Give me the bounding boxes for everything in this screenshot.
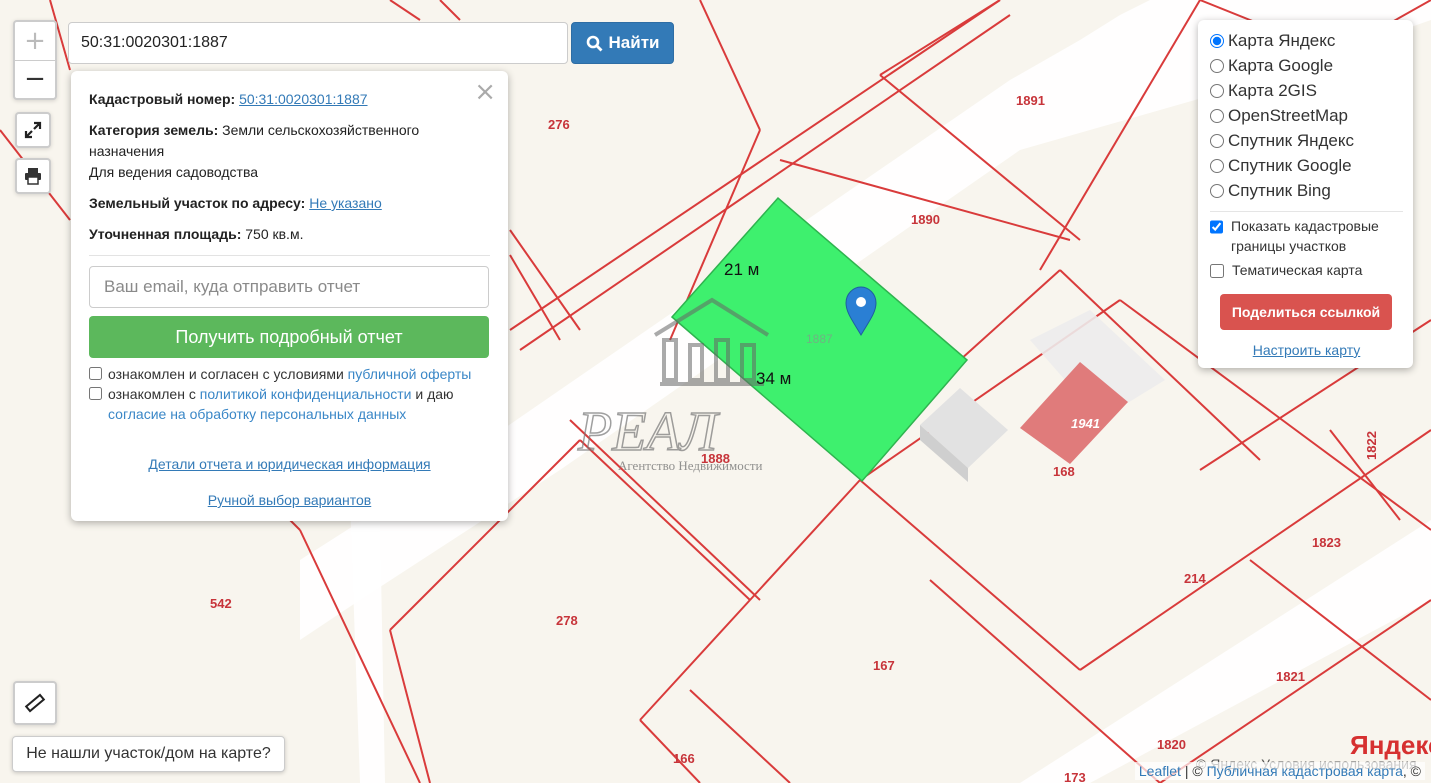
layer-radio[interactable] xyxy=(1210,133,1224,148)
layer-radio[interactable] xyxy=(1210,183,1224,198)
parcel-label: 1823 xyxy=(1312,535,1341,550)
print-button[interactable] xyxy=(15,158,51,194)
layer-option[interactable]: Карта Google xyxy=(1210,53,1403,78)
layer-option[interactable]: Спутник Яндекс xyxy=(1210,128,1403,153)
offer-checkbox[interactable] xyxy=(89,367,102,380)
layer-option[interactable]: OpenStreetMap xyxy=(1210,103,1403,128)
parcel-label: 173 xyxy=(1064,770,1086,783)
map-attribution: Leaflet | © Публичная кадастровая карта,… xyxy=(1134,762,1425,780)
show-borders-label: Показать кадастровые границы участков xyxy=(1231,218,1379,254)
share-link-button[interactable]: Поделиться ссылкой xyxy=(1220,294,1392,330)
parcel-label: 1891 xyxy=(1016,93,1045,108)
parcel-label: 1821 xyxy=(1276,669,1305,684)
search-icon xyxy=(586,35,603,51)
layer-option-label: Спутник Яндекс xyxy=(1228,130,1354,150)
parcel-label: 1890 xyxy=(911,212,940,227)
parcel-label: 167 xyxy=(873,658,895,673)
cad-number-label: Кадастровый номер: xyxy=(89,91,236,107)
layer-switcher: Карта Яндекс Карта Google Карта 2GIS Ope… xyxy=(1198,20,1413,368)
parcel-label: 276 xyxy=(548,117,570,132)
land-category-label: Категория земель: xyxy=(89,122,219,138)
thematic-option[interactable]: Тематическая карта xyxy=(1210,260,1403,280)
dimension-side: 34 м xyxy=(756,369,791,388)
privacy-agree-text: ознакомлен с xyxy=(108,386,196,402)
attribution-separator: | © xyxy=(1180,763,1207,779)
show-borders-checkbox[interactable] xyxy=(1210,220,1223,234)
privacy-checkbox[interactable] xyxy=(89,387,102,400)
expand-icon xyxy=(24,121,42,139)
offer-agree-label: ознакомлен и согласен с условиями публич… xyxy=(108,364,471,384)
layer-option-label: Спутник Google xyxy=(1228,155,1352,175)
manual-select-link[interactable]: Ручной выбор вариантов xyxy=(71,492,508,508)
layer-option[interactable]: Спутник Bing xyxy=(1210,178,1403,203)
parcel-label: 1941 xyxy=(1071,416,1100,431)
search-button-label: Найти xyxy=(608,33,660,52)
thematic-checkbox[interactable] xyxy=(1210,264,1224,278)
parcel-info-popup: × Кадастровый номер: 50:31:0020301:1887 … xyxy=(71,71,508,521)
parcel-label: 168 xyxy=(1053,464,1075,479)
parcel-label-selected: 1887 xyxy=(806,332,833,346)
divider xyxy=(89,255,490,256)
privacy-policy-link[interactable]: политикой конфиденциальности xyxy=(200,386,412,402)
personal-data-consent-link[interactable]: согласие на обработку персональных данны… xyxy=(108,406,406,422)
cadastral-search-input[interactable] xyxy=(68,22,568,64)
address-label: Земельный участок по адресу: xyxy=(89,195,306,211)
parcel-label: 166 xyxy=(673,751,695,766)
layer-option-label: OpenStreetMap xyxy=(1228,105,1349,125)
configure-map-link[interactable]: Настроить карту xyxy=(1210,342,1403,358)
thematic-label: Тематическая карта xyxy=(1232,262,1363,278)
parcel-label: 542 xyxy=(210,596,232,611)
divider xyxy=(1210,211,1403,212)
pkk-link[interactable]: Публичная кадастровая карта xyxy=(1207,763,1403,779)
get-report-button[interactable]: Получить подробный отчет xyxy=(89,316,489,358)
show-borders-option[interactable]: Показать кадастровые границы участков xyxy=(1210,216,1403,256)
layer-option[interactable]: Карта 2GIS xyxy=(1210,78,1403,103)
email-field[interactable] xyxy=(89,266,489,308)
layer-option[interactable]: Карта Яндекс xyxy=(1210,28,1403,53)
layer-radio[interactable] xyxy=(1210,158,1224,173)
search-button[interactable]: Найти xyxy=(571,22,674,64)
layer-radio[interactable] xyxy=(1210,108,1224,123)
layer-radio[interactable] xyxy=(1210,58,1224,73)
ruler-icon xyxy=(24,693,46,713)
layer-option-label: Карта Яндекс xyxy=(1228,30,1336,50)
cad-number-link[interactable]: 50:31:0020301:1887 xyxy=(239,91,367,107)
leaflet-link[interactable]: Leaflet xyxy=(1139,763,1181,779)
attribution-tail: , © xyxy=(1402,763,1421,779)
zoom-out-button[interactable]: − xyxy=(15,59,55,99)
layer-option[interactable]: Спутник Google xyxy=(1210,153,1403,178)
fullscreen-button[interactable] xyxy=(15,112,51,148)
close-icon[interactable]: × xyxy=(474,77,496,107)
parcel-label: 1822 xyxy=(1364,431,1379,460)
zoom-in-button[interactable]: + xyxy=(15,22,55,60)
land-use-value: Для ведения садоводства xyxy=(89,164,259,180)
parcel-label: 214 xyxy=(1184,571,1206,586)
parcel-label: 278 xyxy=(556,613,578,628)
report-details-link[interactable]: Детали отчета и юридическая информация xyxy=(71,456,508,472)
privacy-agree-text-2: и даю xyxy=(415,386,454,402)
area-value: 750 кв.м. xyxy=(245,226,304,242)
not-found-button[interactable]: Не нашли участок/дом на карте? xyxy=(12,736,285,772)
address-link[interactable]: Не указано xyxy=(309,195,382,211)
watermark-title: РЕАЛ xyxy=(577,401,721,463)
offer-link[interactable]: публичной оферты xyxy=(348,366,472,382)
layer-option-label: Спутник Bing xyxy=(1228,180,1331,200)
parcel-label: 1820 xyxy=(1157,737,1186,752)
dimension-top: 21 м xyxy=(724,260,759,279)
zoom-control: + − xyxy=(13,20,57,100)
layer-radio[interactable] xyxy=(1210,83,1224,98)
watermark-subtitle: Агентство Недвижимости xyxy=(618,458,763,473)
printer-icon xyxy=(25,168,41,185)
privacy-agree-label: ознакомлен с политикой конфиденциальност… xyxy=(108,384,454,424)
layer-radio[interactable] xyxy=(1210,33,1224,48)
offer-agree-text: ознакомлен и согласен с условиями xyxy=(108,366,344,382)
ruler-button[interactable] xyxy=(13,681,57,725)
area-label: Уточненная площадь: xyxy=(89,226,242,242)
layer-option-label: Карта 2GIS xyxy=(1228,80,1317,100)
layer-option-label: Карта Google xyxy=(1228,55,1334,75)
